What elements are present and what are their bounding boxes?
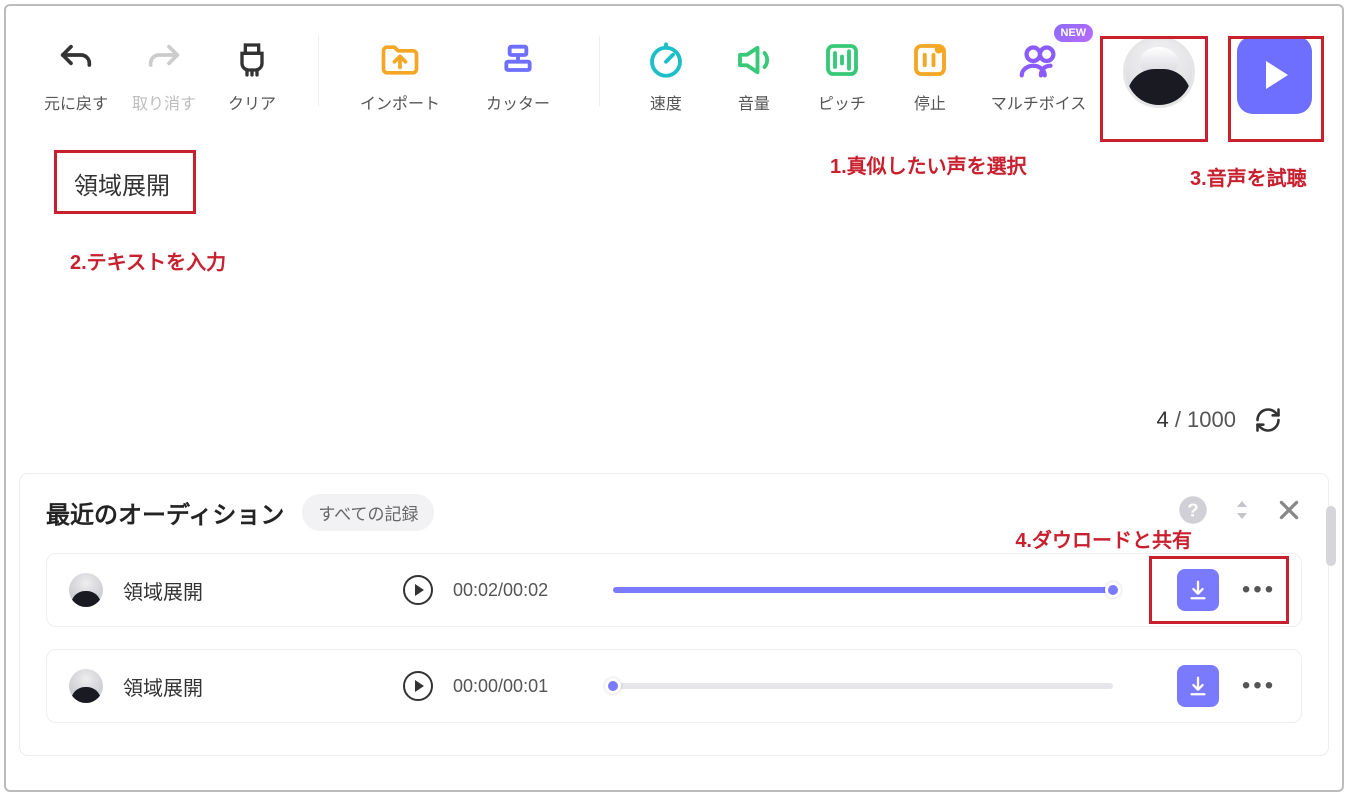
track-play-button[interactable]: [403, 575, 433, 605]
track-name: 領域展開: [123, 672, 383, 701]
multivoice-button[interactable]: NEW マルチボイス: [986, 36, 1091, 114]
speedometer-icon: [645, 36, 687, 84]
pitch-button[interactable]: ピッチ: [802, 36, 882, 114]
undo-button[interactable]: 元に戻す: [36, 36, 116, 114]
track-knob[interactable]: [605, 678, 621, 694]
stop-icon: [909, 36, 951, 84]
clear-button[interactable]: クリア: [212, 36, 292, 114]
multivoice-label: マルチボイス: [991, 90, 1087, 114]
track-time: 00:02/00:02: [453, 580, 593, 601]
sort-button[interactable]: [1230, 497, 1254, 528]
cutter-label: カッター: [486, 90, 550, 114]
track-time: 00:00/00:01: [453, 676, 593, 697]
scrollbar[interactable]: [1326, 506, 1336, 566]
track-knob[interactable]: [1105, 582, 1121, 598]
toolbar: 元に戻す 取り消す クリア インポート: [6, 6, 1342, 124]
track-avatar-icon: [69, 573, 103, 607]
undo-label: 元に戻す: [44, 90, 108, 114]
close-button[interactable]: [1276, 497, 1302, 528]
download-button[interactable]: [1177, 665, 1219, 707]
annotation-4: 4.ダウロードと共有: [1015, 524, 1192, 553]
redo-button[interactable]: 取り消す: [124, 36, 204, 114]
multivoice-icon: [1016, 36, 1062, 84]
track-row: 領域展開 00:02/00:02 •••: [46, 553, 1302, 627]
more-button[interactable]: •••: [1239, 576, 1279, 604]
track-row: 領域展開 00:00/00:01 •••: [46, 649, 1302, 723]
clear-label: クリア: [228, 90, 276, 114]
volume-icon: [733, 36, 775, 84]
play-icon: [415, 680, 424, 692]
divider: [318, 36, 319, 106]
track-name: 領域展開: [123, 576, 383, 605]
track-fill: [613, 587, 1113, 593]
undo-icon: [56, 36, 96, 84]
recent-auditions-panel: 最近のオーディション すべての記録 ? 4.ダウロードと共有 領域展開 00:0…: [20, 474, 1328, 755]
count-max: 1000: [1187, 407, 1236, 432]
volume-label: 音量: [738, 90, 770, 114]
speed-label: 速度: [650, 90, 682, 114]
avatar-icon: [1123, 36, 1195, 108]
count-current: 4: [1156, 407, 1168, 432]
stop-button[interactable]: 停止: [890, 36, 970, 114]
voice-avatar-button[interactable]: [1123, 36, 1195, 108]
equalizer-icon: [821, 36, 863, 84]
download-button[interactable]: [1177, 569, 1219, 611]
text-editor[interactable]: 領域展開 2.テキストを入力 4 / 1000: [26, 144, 1322, 444]
editor-text: 領域展開: [74, 166, 170, 201]
speed-button[interactable]: 速度: [626, 36, 706, 114]
more-button[interactable]: •••: [1239, 672, 1279, 700]
recent-title: 最近のオーディション: [46, 495, 284, 530]
char-counter: 4 / 1000: [1156, 406, 1282, 434]
brush-icon: [232, 36, 272, 84]
redo-icon: [144, 36, 184, 84]
cutter-button[interactable]: カッター: [463, 36, 573, 114]
pitch-label: ピッチ: [818, 90, 866, 114]
new-badge: NEW: [1054, 24, 1094, 42]
track-slider[interactable]: [613, 683, 1113, 689]
track-slider[interactable]: [613, 587, 1113, 593]
import-label: インポート: [360, 90, 440, 114]
folder-import-icon: [378, 36, 422, 84]
app-window: 元に戻す 取り消す クリア インポート: [4, 4, 1344, 792]
volume-button[interactable]: 音量: [714, 36, 794, 114]
refresh-button[interactable]: [1254, 406, 1282, 434]
divider: [599, 36, 600, 106]
play-icon: [1266, 61, 1288, 89]
cutter-icon: [498, 36, 538, 84]
track-play-button[interactable]: [403, 671, 433, 701]
annotation-2: 2.テキストを入力: [70, 246, 226, 275]
track-avatar-icon: [69, 669, 103, 703]
redo-label: 取り消す: [132, 90, 196, 114]
import-button[interactable]: インポート: [345, 36, 455, 114]
svg-text:?: ?: [1187, 499, 1198, 520]
stop-label: 停止: [914, 90, 946, 114]
play-icon: [415, 584, 424, 596]
preview-play-button[interactable]: [1237, 36, 1312, 114]
recent-filter-button[interactable]: すべての記録: [302, 494, 434, 531]
